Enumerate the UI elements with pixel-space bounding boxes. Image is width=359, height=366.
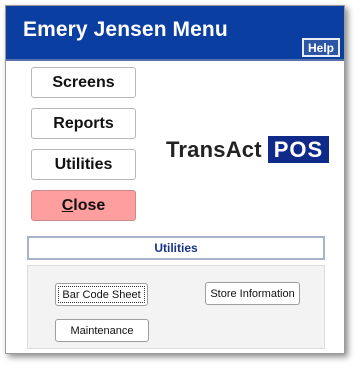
help-button[interactable]: Help: [302, 38, 340, 57]
section-title: Utilities: [27, 236, 325, 260]
logo-badge: POS: [267, 136, 330, 163]
window-title: Emery Jensen Menu: [23, 18, 228, 41]
maintenance-button[interactable]: Maintenance: [55, 319, 149, 342]
close-accelerator: C: [61, 196, 74, 214]
utilities-panel: Bar Code Sheet Store Information Mainten…: [27, 265, 325, 349]
close-label-rest: lose: [73, 196, 106, 214]
screens-button[interactable]: Screens: [31, 67, 136, 98]
title-bar: Emery Jensen Menu Help: [6, 6, 344, 61]
bar-code-sheet-button[interactable]: Bar Code Sheet: [55, 283, 148, 306]
close-button[interactable]: Close: [31, 190, 136, 221]
reports-button[interactable]: Reports: [31, 108, 136, 139]
transact-pos-logo: TransAct POS: [166, 136, 330, 163]
utilities-button[interactable]: Utilities: [31, 149, 136, 180]
store-information-button[interactable]: Store Information: [205, 282, 300, 305]
logo-text: TransAct: [166, 136, 262, 162]
menu-window: Emery Jensen Menu Help Screens Reports U…: [5, 5, 345, 354]
